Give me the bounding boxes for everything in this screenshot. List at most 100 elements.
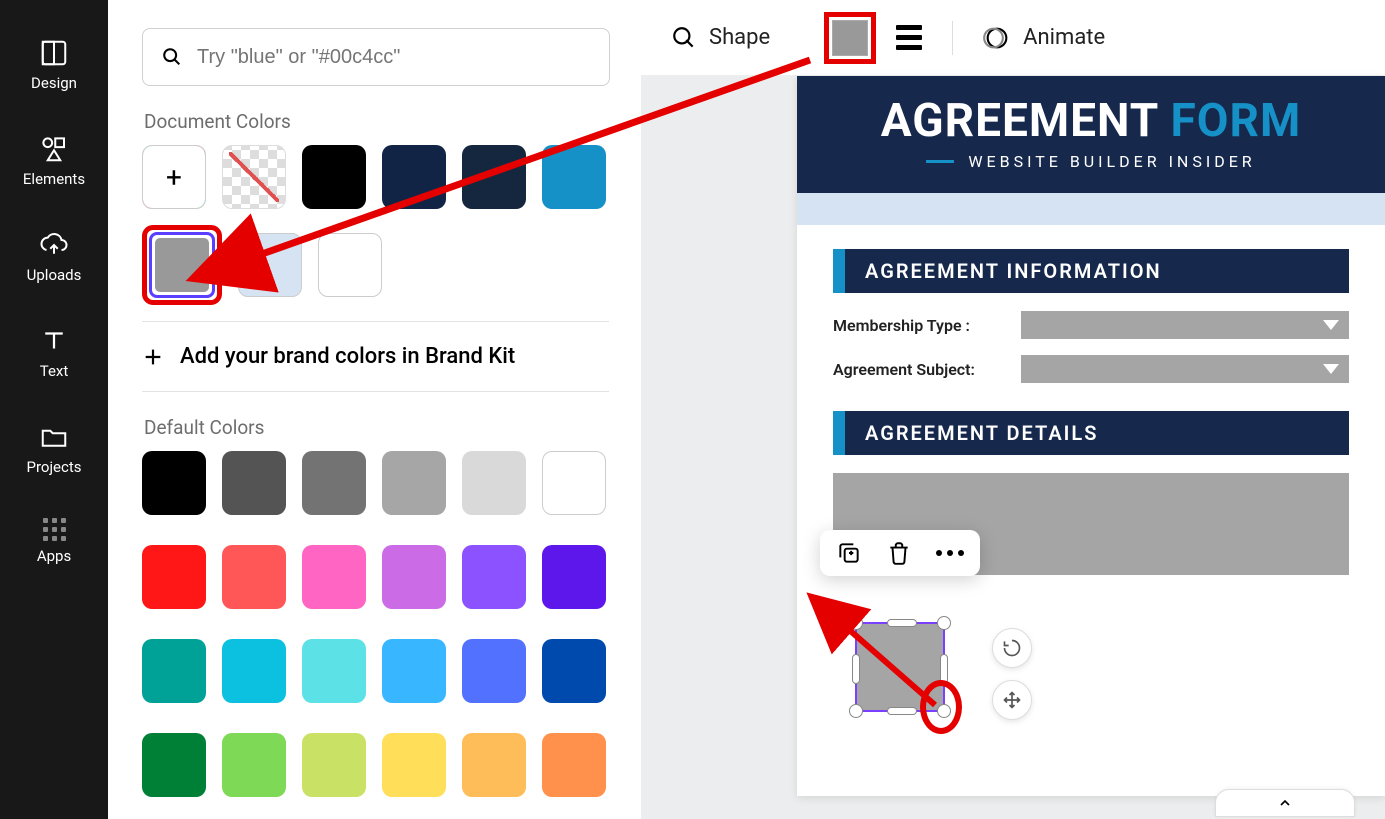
default-colors-label: Default Colors xyxy=(144,416,609,439)
uploads-icon xyxy=(39,230,69,260)
swatch[interactable] xyxy=(302,545,366,609)
selected-gray-swatch-highlight xyxy=(142,225,222,305)
apps-icon xyxy=(43,518,66,541)
swatch[interactable] xyxy=(302,639,366,703)
form-row-membership: Membership Type : xyxy=(833,311,1349,339)
document-colors-label: Document Colors xyxy=(144,110,609,133)
nav-rail: Design Elements Uploads Text Projects Ap… xyxy=(0,0,108,819)
doc-title: AGREEMENT FORM xyxy=(827,94,1355,148)
swatch-blue[interactable] xyxy=(542,145,606,209)
nav-apps[interactable]: Apps xyxy=(0,502,108,581)
transparent-swatch[interactable] xyxy=(222,145,286,209)
nav-text[interactable]: Text xyxy=(0,310,108,396)
resize-handle-b[interactable] xyxy=(887,707,917,715)
nav-uploads-label: Uploads xyxy=(27,266,82,284)
projects-icon xyxy=(39,422,69,452)
document-colors-row2 xyxy=(142,225,609,305)
color-search-input[interactable] xyxy=(197,46,591,69)
resize-handle-t[interactable] xyxy=(887,619,917,627)
swatch-black[interactable] xyxy=(302,145,366,209)
nav-elements[interactable]: Elements xyxy=(0,118,108,204)
swatch[interactable] xyxy=(222,545,286,609)
swatch-navy[interactable] xyxy=(382,145,446,209)
form-row-subject: Agreement Subject: xyxy=(833,355,1349,383)
swatch[interactable] xyxy=(222,451,286,515)
nav-projects[interactable]: Projects xyxy=(0,406,108,492)
search-icon xyxy=(161,46,183,68)
doc-subtitle: WEBSITE BUILDER INSIDER xyxy=(827,152,1355,171)
delete-icon[interactable] xyxy=(886,540,912,566)
selected-gray-swatch[interactable] xyxy=(155,238,209,292)
brand-kit-link[interactable]: Add your brand colors in Brand Kit xyxy=(142,321,609,392)
section-agreement-info: AGREEMENT INFORMATION xyxy=(845,249,1349,293)
annotation-ellipse xyxy=(920,680,962,734)
swatch[interactable] xyxy=(142,639,206,703)
membership-select[interactable] xyxy=(1021,311,1349,339)
swatch[interactable] xyxy=(382,451,446,515)
border-style-button[interactable] xyxy=(896,25,922,50)
swatch[interactable] xyxy=(542,451,606,515)
section-agreement-details: AGREEMENT DETAILS xyxy=(845,411,1349,455)
nav-uploads[interactable]: Uploads xyxy=(0,214,108,300)
color-search[interactable] xyxy=(142,28,610,86)
text-icon xyxy=(39,326,69,356)
nav-projects-label: Projects xyxy=(27,458,82,476)
subject-select[interactable] xyxy=(1021,355,1349,383)
swatch-white[interactable] xyxy=(318,233,382,297)
swatch[interactable] xyxy=(142,545,206,609)
field-subject-label: Agreement Subject: xyxy=(833,360,1003,379)
swatch[interactable] xyxy=(462,545,526,609)
move-button[interactable] xyxy=(992,680,1032,720)
document-colors-row1: + xyxy=(142,145,609,209)
shape-label: Shape xyxy=(709,25,770,50)
nav-design[interactable]: Design xyxy=(0,22,108,108)
rotate-icon xyxy=(1002,638,1022,658)
swatch[interactable] xyxy=(542,733,606,797)
animate-icon xyxy=(983,24,1011,52)
animate-label: Animate xyxy=(1023,25,1105,50)
swatch[interactable] xyxy=(302,733,366,797)
swatch-darknavy[interactable] xyxy=(462,145,526,209)
swatch[interactable] xyxy=(222,639,286,703)
duplicate-icon[interactable] xyxy=(836,540,862,566)
animate-tool[interactable]: Animate xyxy=(983,24,1105,52)
shape-icon xyxy=(671,25,697,51)
swatch[interactable] xyxy=(222,733,286,797)
field-membership-label: Membership Type : xyxy=(833,316,1003,335)
resize-handle-tr[interactable] xyxy=(937,616,951,630)
swatch[interactable] xyxy=(462,639,526,703)
swatch[interactable] xyxy=(542,545,606,609)
resize-handle-bl[interactable] xyxy=(849,704,863,718)
default-colors-grid xyxy=(142,451,609,813)
brand-kit-label: Add your brand colors in Brand Kit xyxy=(180,344,515,369)
swatch[interactable] xyxy=(542,639,606,703)
fill-color-highlight xyxy=(824,12,876,64)
doc-title-a: AGREEMENT xyxy=(881,94,1158,148)
swatch[interactable] xyxy=(462,451,526,515)
fill-color-button[interactable] xyxy=(832,20,868,56)
expand-pages-button[interactable] xyxy=(1215,789,1355,817)
rotate-button[interactable] xyxy=(992,628,1032,668)
nav-design-label: Design xyxy=(31,74,77,92)
nav-elements-label: Elements xyxy=(23,170,85,188)
swatch[interactable] xyxy=(382,545,446,609)
add-color-swatch[interactable]: + xyxy=(142,145,206,209)
swatch[interactable] xyxy=(462,733,526,797)
swatch[interactable] xyxy=(302,451,366,515)
resize-handle-tl[interactable] xyxy=(849,616,863,630)
nav-apps-label: Apps xyxy=(37,547,71,565)
shape-tool[interactable]: Shape xyxy=(671,25,770,51)
doc-header: AGREEMENT FORM WEBSITE BUILDER INSIDER xyxy=(797,76,1385,193)
swatch[interactable] xyxy=(382,639,446,703)
move-icon xyxy=(1002,690,1022,710)
color-panel: Document Colors + Add your brand colors … xyxy=(108,0,641,819)
nav-text-label: Text xyxy=(40,362,69,380)
resize-handle-l[interactable] xyxy=(852,654,860,684)
swatch[interactable] xyxy=(142,733,206,797)
more-icon[interactable] xyxy=(936,550,964,556)
swatch[interactable] xyxy=(142,451,206,515)
swatch[interactable] xyxy=(382,733,446,797)
swatch-lightblue[interactable] xyxy=(238,233,302,297)
top-toolbar: Shape Animate xyxy=(641,0,1385,76)
chevron-up-icon xyxy=(1277,795,1293,811)
